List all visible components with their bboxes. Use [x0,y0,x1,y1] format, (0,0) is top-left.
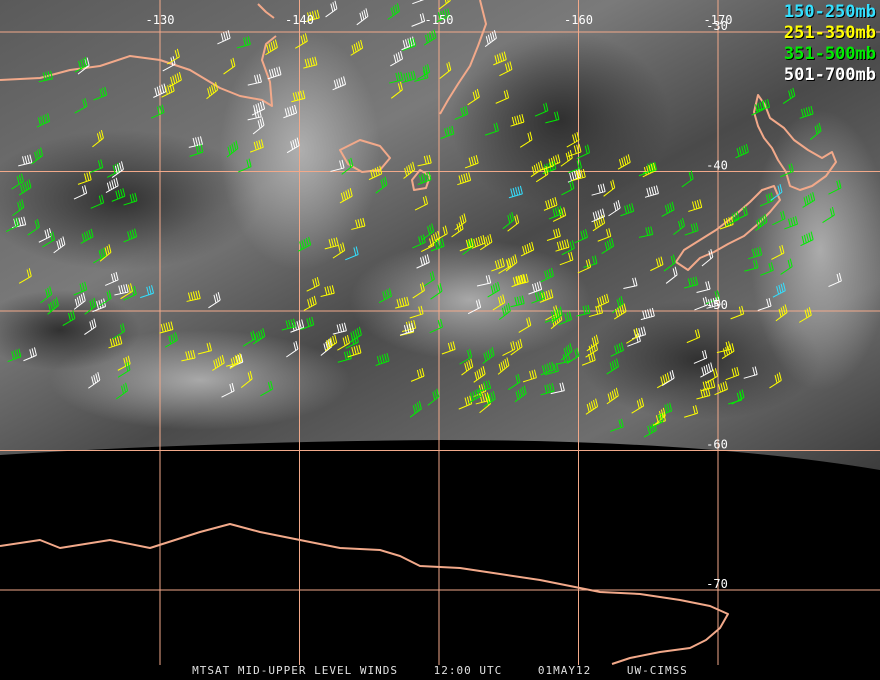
legend-item-251-350: 251-350mb [783,23,876,43]
latitude-label: -70 [706,577,728,591]
legend-item-150-250: 150-250mb [783,2,876,22]
footer-product: MTSAT MID-UPPER LEVEL WINDS [192,664,398,677]
antarctica-coast [0,523,729,665]
footer-time: 12:00 UTC [433,664,503,677]
latitude-label: -40 [706,159,728,173]
longitude-label: -130 [146,13,175,27]
product-footer: MTSAT MID-UPPER LEVEL WINDS 12:00 UTC 01… [0,664,880,680]
wind-map: -130 -140 -150 -160 -170-30-40-50-60-70 [0,0,880,665]
legend-item-501-700: 501-700mb [783,65,876,85]
longitude-label: -160 [564,13,593,27]
pressure-legend: 150-250mb 251-350mb 351-500mb 501-700mb [784,2,876,86]
latitude-label: -50 [706,298,728,312]
latitude-label: -30 [706,19,728,33]
legend-item-351-500: 351-500mb [783,44,876,64]
longitude-label: -140 [285,13,314,27]
footer-date: 01MAY12 [537,664,592,677]
footer-source: UW-CIMSS [626,664,688,677]
longitude-label: -150 [425,13,454,27]
latitude-label: -60 [706,438,728,452]
